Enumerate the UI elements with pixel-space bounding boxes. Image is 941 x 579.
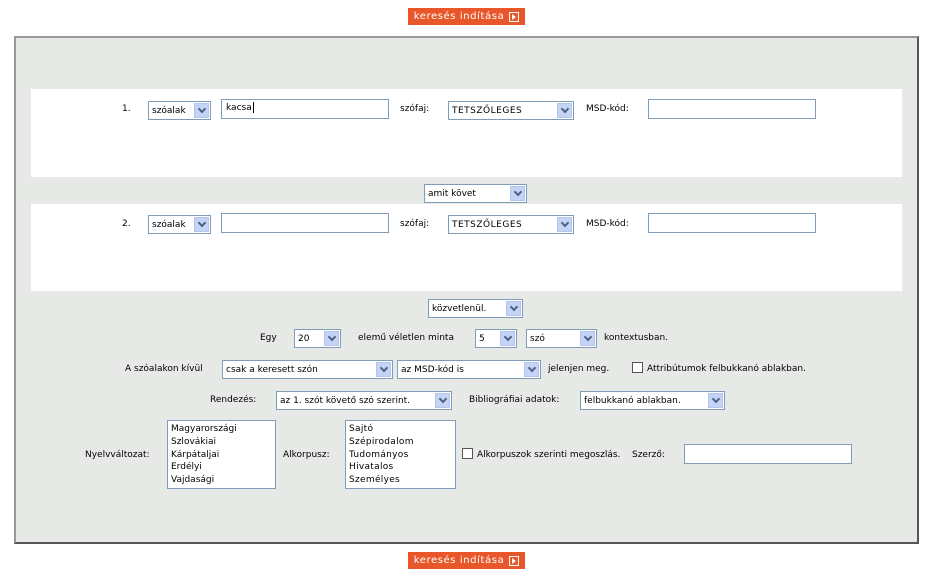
sorting-label: Rendezés: — [210, 395, 257, 405]
row-1-number: 1. — [122, 104, 131, 114]
text-cursor — [252, 102, 254, 113]
subcorpus-option[interactable]: Személyes — [349, 474, 452, 487]
search-button-label: keresés indítása — [413, 11, 505, 22]
distance-select-value: közvetlenül. — [432, 303, 487, 314]
display-msd-value: az MSD-kód is — [401, 364, 464, 375]
context-count-value: 5 — [479, 333, 485, 344]
distance-select[interactable]: közvetlenül. — [428, 299, 523, 318]
subcorpus-listbox[interactable]: Sajtó Szépirodalom Tudományos Hivatalos … — [345, 420, 456, 489]
variants-label: Nyelvváltozat: — [85, 450, 150, 460]
chevron-down-icon — [708, 393, 723, 408]
context-count-select[interactable]: 5 — [475, 329, 517, 348]
display-what-select[interactable]: csak a keresett szón — [222, 360, 393, 379]
chevron-down-icon — [524, 362, 539, 377]
row-1-msd-input[interactable] — [648, 99, 816, 119]
row-2-number: 2. — [122, 219, 131, 229]
row-1-pos-select-value: TETSZŐLEGES — [452, 105, 523, 116]
search-button-bottom[interactable]: keresés indítása — [408, 552, 525, 569]
row-1-query-value: kacsa — [226, 103, 252, 113]
row-2-query-input[interactable] — [221, 213, 389, 233]
sample-count-value: 20 — [298, 333, 310, 344]
attributes-checkbox[interactable] — [632, 362, 643, 373]
chevron-down-icon — [506, 301, 521, 316]
display-label: A szóalakon kívül — [125, 364, 203, 374]
search-button-label: keresés indítása — [413, 555, 505, 566]
display-msd-select[interactable]: az MSD-kód is — [397, 360, 541, 379]
variant-option[interactable]: Vajdasági — [171, 474, 272, 487]
chevron-down-icon — [557, 217, 572, 232]
subcorpus-label: Alkorpusz: — [283, 450, 330, 460]
variant-option[interactable]: Magyarországi — [171, 423, 272, 436]
chevron-down-icon — [510, 186, 525, 201]
context-unit-select[interactable]: szó — [526, 329, 597, 348]
chevron-down-icon — [324, 331, 339, 346]
chevron-down-icon — [194, 217, 209, 232]
author-label: Szerző: — [632, 450, 665, 460]
sample-middle-text: elemű véletlen minta — [358, 333, 454, 343]
row-1-pos-select[interactable]: TETSZŐLEGES — [448, 101, 574, 120]
biblio-label: Bibliográfiai adatok: — [469, 395, 560, 405]
row-1-msd-label: MSD-kód: — [586, 104, 629, 114]
arrow-right-icon — [509, 11, 520, 22]
variant-option[interactable]: Erdélyi — [171, 461, 272, 474]
subcorpus-option[interactable]: Tudományos — [349, 449, 452, 462]
row-2-pos-label: szófaj: — [400, 219, 430, 229]
attributes-checkbox-label: Attribútumok felbukkanó ablakban. — [647, 364, 806, 374]
row-1-pos-label: szófaj: — [400, 104, 430, 114]
sorting-select[interactable]: az 1. szót követő szó szerint. — [276, 391, 452, 410]
variants-listbox[interactable]: Magyarországi Szlovákiai Kárpátaljai Erd… — [167, 420, 276, 489]
row-2-msd-label: MSD-kód: — [586, 219, 629, 229]
row-1-query-input[interactable]: kacsa — [221, 99, 389, 119]
biblio-select[interactable]: felbukkanó ablakban. — [580, 391, 725, 410]
distribution-checkbox[interactable] — [462, 448, 473, 459]
chevron-down-icon — [580, 331, 595, 346]
row-2-msd-input[interactable] — [648, 213, 816, 233]
biblio-select-value: felbukkanó ablakban. — [584, 395, 681, 406]
sample-prefix: Egy — [260, 333, 277, 343]
sorting-select-value: az 1. szót követő szó szerint. — [280, 395, 411, 406]
chevron-down-icon — [435, 393, 450, 408]
variant-option[interactable]: Kárpátaljai — [171, 449, 272, 462]
author-input[interactable] — [684, 444, 852, 464]
sample-count-select[interactable]: 20 — [294, 329, 341, 348]
relation-select[interactable]: amit követ — [424, 184, 527, 203]
subcorpus-option[interactable]: Hivatalos — [349, 461, 452, 474]
distribution-checkbox-label: Alkorpuszok szerinti megoszlás. — [477, 450, 621, 460]
sample-suffix: kontextusban. — [604, 333, 669, 343]
row-1-form-select[interactable]: szóalak — [148, 101, 211, 120]
display-suffix: jelenjen meg. — [548, 364, 610, 374]
search-button-top[interactable]: keresés indítása — [408, 8, 525, 25]
context-unit-value: szó — [530, 333, 545, 344]
arrow-right-icon — [509, 555, 520, 566]
row-2-form-select[interactable]: szóalak — [148, 215, 211, 234]
chevron-down-icon — [557, 103, 572, 118]
row-1-form-select-value: szóalak — [152, 105, 186, 116]
row-2-pos-select-value: TETSZŐLEGES — [452, 219, 523, 230]
display-what-value: csak a keresett szón — [226, 364, 318, 375]
variant-option[interactable]: Szlovákiai — [171, 436, 272, 449]
relation-select-value: amit követ — [428, 188, 476, 199]
row-2-pos-select[interactable]: TETSZŐLEGES — [448, 215, 574, 234]
row-2-form-select-value: szóalak — [152, 219, 186, 230]
subcorpus-option[interactable]: Sajtó — [349, 423, 452, 436]
chevron-down-icon — [376, 362, 391, 377]
chevron-down-icon — [194, 103, 209, 118]
subcorpus-option[interactable]: Szépirodalom — [349, 436, 452, 449]
chevron-down-icon — [500, 331, 515, 346]
